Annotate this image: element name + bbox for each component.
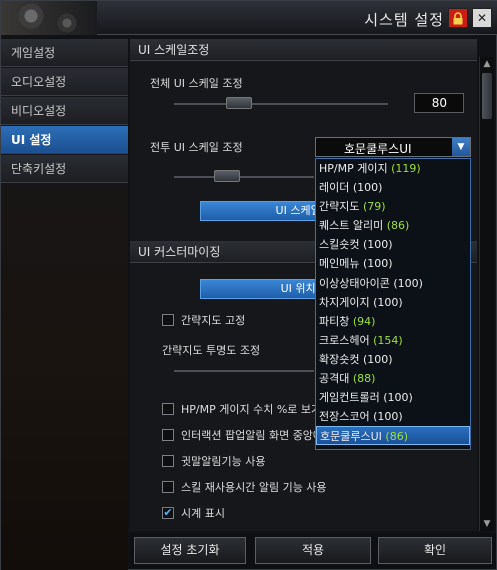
option-count: (100) (362, 238, 393, 252)
battle-scale-target-list: HP/MP 게이지 (119) 레이더 (100) 간략지도 (79) 퀘스트 알리미… (315, 158, 471, 450)
option-count: (100) (373, 410, 403, 424)
option-name: HP/MP 게이지 (319, 162, 388, 175)
dropdown-option[interactable]: 차지게이지 (100) (316, 293, 470, 312)
option-name: 전장스코어 (319, 410, 370, 424)
minimap-opacity-label: 간략지도 투명도 조정 (162, 344, 261, 357)
battle-scale-label: 전투 UI 스케일 조정 (150, 141, 243, 154)
option-name: 스킬숏컷 (319, 238, 360, 252)
option-count: (154) (373, 333, 403, 347)
dropdown-option[interactable]: 이상상태아이콘 (100) (316, 274, 470, 293)
dropdown-option[interactable]: 공격대 (88) (316, 369, 470, 388)
dropdown-option[interactable]: 퀘스트 알리미 (86) (316, 216, 470, 235)
option-name: 게임컨트롤러 (319, 391, 380, 405)
content-scrollbar[interactable]: ▲ ▼ (479, 57, 494, 531)
option-name: 메인메뉴 (319, 257, 360, 271)
checkbox[interactable] (162, 455, 174, 467)
option-label: HP/MP 게이지 수치 %로 보기 (181, 403, 322, 416)
check-icon[interactable]: ✔ (162, 507, 174, 519)
sidebar-item[interactable]: 게임설정 (1, 39, 128, 67)
close-button[interactable]: ✕ (472, 8, 492, 28)
sidebar-item[interactable]: 비디오설정 (1, 97, 128, 125)
option-count: (100) (383, 391, 413, 405)
option-count: (100) (362, 257, 393, 271)
dropdown-option[interactable]: 스킬숏컷 (100) (316, 235, 470, 254)
option-name: 레이더 (319, 181, 350, 195)
dropdown-option[interactable]: 게임컨트롤러 (100) (316, 388, 470, 407)
scroll-up-icon[interactable]: ▲ (481, 57, 493, 71)
battle-scale-slider[interactable] (214, 170, 240, 182)
apply-button[interactable]: 적용 (255, 537, 371, 564)
option-name: 차지게이지 (319, 295, 370, 309)
option-count: (100) (352, 181, 383, 195)
total-scale-input[interactable]: 80 (414, 93, 464, 113)
dropdown-option[interactable]: 호문쿨루스UI (86) (316, 426, 470, 446)
minimap-opacity-slider[interactable] (174, 370, 314, 372)
total-scale-slider[interactable] (226, 97, 252, 109)
option-label: 스킬 재사용시간 알림 기능 사용 (181, 481, 327, 494)
selected-target: 호문쿨루스UI (344, 142, 412, 156)
dropdown-option[interactable]: HP/MP 게이지 (119) (316, 159, 470, 178)
option-count: (88) (352, 372, 376, 386)
scroll-down-icon[interactable]: ▼ (481, 517, 493, 531)
total-scale-track[interactable] (174, 103, 388, 105)
dropdown-option[interactable]: 파티창 (94) (316, 312, 470, 331)
sidebar-item[interactable]: UI 설정 (1, 126, 128, 154)
dropdown-option[interactable]: 크로스헤어 (154) (316, 331, 470, 350)
battle-scale-track[interactable] (174, 176, 314, 178)
option-name: 공격대 (319, 372, 350, 386)
sidebar-item[interactable]: 오디오설정 (1, 68, 128, 96)
option-checkbox-row[interactable]: 스킬 재사용시간 알림 기능 사용 (162, 479, 327, 495)
option-name: 퀘스트 알리미 (319, 219, 384, 233)
option-name: 이상상태아이콘 (319, 276, 390, 290)
title-bar[interactable]: 시스템 설정 ✕ (1, 1, 497, 35)
battle-scale-target-select[interactable]: 호문쿨루스UI ▼ (315, 137, 471, 157)
option-count: (100) (393, 276, 423, 290)
dropdown-option[interactable]: 간략지도 (79) (316, 197, 470, 216)
option-count: (86) (385, 430, 408, 444)
option-name: 크로스헤어 (319, 333, 370, 347)
lock-button[interactable] (448, 8, 468, 28)
scroll-thumb[interactable] (482, 73, 492, 119)
dropdown-option[interactable]: 레이더 (100) (316, 178, 470, 197)
option-name: 호문쿨루스UI (320, 430, 382, 444)
minimap-fixed-label: 간략지도 고정 (181, 314, 246, 327)
checkbox[interactable] (162, 481, 174, 493)
option-label: 귓말알림기능 사용 (181, 455, 266, 468)
chevron-down-icon[interactable]: ▼ (452, 138, 470, 156)
option-count: (94) (352, 314, 376, 328)
checkbox[interactable] (162, 403, 174, 415)
sidebar-item[interactable]: 단축키설정 (1, 155, 128, 183)
settings-sidebar: 게임설정 오디오설정 비디오설정 UI 설정 단축키설정 (1, 39, 128, 570)
option-checkbox-row[interactable]: 귓말알림기능 사용 (162, 453, 265, 469)
option-count: (86) (386, 219, 410, 233)
option-name: 확장숏컷 (319, 352, 360, 366)
dropdown-option[interactable]: 전장스코어 (100) (316, 407, 470, 426)
dropdown-option[interactable]: 확장숏컷 (100) (316, 350, 470, 369)
gear-ornament-icon (1, 1, 97, 35)
option-name: 파티창 (319, 314, 350, 328)
option-count: (79) (362, 200, 386, 214)
minimap-fixed-checkbox[interactable]: 간략지도 고정 (162, 312, 245, 328)
ok-button[interactable]: 확인 (378, 537, 492, 564)
option-label: 시계 표시 (181, 507, 225, 520)
total-scale-label: 전체 UI 스케일 조정 (150, 77, 243, 90)
option-checkbox-row[interactable]: HP/MP 게이지 수치 %로 보기 (162, 401, 321, 417)
option-count: (119) (391, 162, 421, 175)
dropdown-option[interactable]: 메인메뉴 (100) (316, 254, 470, 273)
lock-icon (453, 11, 463, 24)
checkbox[interactable] (162, 429, 174, 441)
footer: 설정 초기화 적용 확인 (130, 533, 496, 569)
ui-scale-header: UI 스케일조정 (130, 39, 477, 61)
checkbox[interactable] (162, 314, 174, 326)
close-icon: ✕ (476, 11, 488, 25)
option-name: 간략지도 (319, 200, 360, 214)
window-title: 시스템 설정 (364, 11, 444, 29)
option-count: (100) (373, 295, 403, 309)
option-checkbox-row[interactable]: ✔ 시계 표시 (162, 505, 225, 521)
option-count: (100) (362, 352, 393, 366)
settings-window: 시스템 설정 ✕ 게임설정 오디오설정 비디오설정 UI 설정 단축키설정 UI 스케일… (0, 0, 497, 570)
reset-button[interactable]: 설정 초기화 (134, 537, 246, 564)
